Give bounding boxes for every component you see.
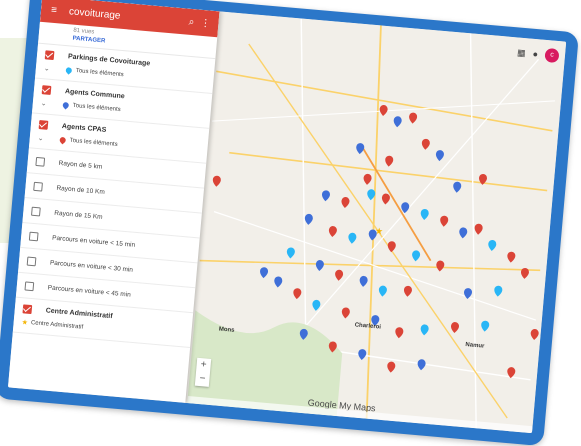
map-marker-cpas[interactable]	[440, 215, 449, 227]
layer-checkbox[interactable]	[44, 50, 55, 61]
map-marker-cpas[interactable]	[395, 327, 404, 339]
map-marker-cpas[interactable]	[385, 155, 394, 167]
app-title: covoiturage	[68, 5, 121, 22]
map-marker-cpas[interactable]	[403, 285, 412, 297]
map-marker-cpas[interactable]	[421, 138, 430, 150]
layer-name: Centre Administratif	[45, 307, 113, 321]
layer-name: Parcours en voiture < 30 min	[49, 259, 134, 274]
map-marker-cpas[interactable]	[335, 269, 344, 281]
map-marker-parking[interactable]	[378, 285, 387, 297]
map-marker-cpas[interactable]	[328, 226, 337, 238]
layer-item-label[interactable]: Centre Administratif	[31, 320, 84, 331]
screen: ★ Charleroi Namur Mons ▦ ● c + − Google …	[7, 0, 567, 434]
city-label-mons: Mons	[219, 327, 236, 334]
map-marker-parking[interactable]	[286, 247, 295, 259]
search-icon[interactable]: ⌕	[184, 16, 199, 28]
centre-administratif-marker[interactable]: ★	[375, 226, 384, 237]
map-marker-commune[interactable]	[453, 181, 462, 193]
pin-icon	[64, 66, 74, 75]
notifications-icon[interactable]: ●	[532, 49, 538, 59]
layer-name: Rayon de 15 Km	[54, 209, 103, 221]
layer-checkbox[interactable]	[28, 231, 39, 241]
map-marker-cpas[interactable]	[409, 112, 418, 124]
tablet-frame: ★ Charleroi Namur Mons ▦ ● c + − Google …	[0, 0, 580, 446]
layer-filter-label[interactable]: Tous les éléments	[72, 103, 120, 113]
pin-icon	[58, 135, 67, 145]
map-marker-commune[interactable]	[358, 349, 367, 361]
map-marker-parking[interactable]	[494, 285, 503, 297]
map-marker-parking[interactable]	[412, 250, 421, 262]
avatar[interactable]: c	[544, 47, 560, 64]
layer-checkbox[interactable]	[33, 181, 43, 192]
map-marker-commune[interactable]	[393, 116, 402, 128]
map-marker-cpas[interactable]	[341, 197, 350, 209]
map-marker-cpas[interactable]	[293, 288, 302, 300]
layer-name: Parcours en voiture < 45 min	[47, 283, 132, 299]
layer-checkbox[interactable]	[26, 256, 37, 266]
map-marker-cpas[interactable]	[436, 260, 445, 272]
map-marker-commune[interactable]	[259, 267, 269, 279]
map-marker-parking[interactable]	[420, 209, 429, 221]
map-marker-cpas[interactable]	[379, 105, 388, 117]
map-marker-commune[interactable]	[359, 275, 368, 288]
map-marker-parking[interactable]	[420, 324, 429, 336]
layer-name: Parkings de Covoiturage	[67, 53, 151, 68]
map-marker-commune[interactable]	[417, 359, 426, 371]
layer-checkbox[interactable]	[38, 120, 49, 130]
map-road	[199, 259, 541, 272]
chevron-down-icon[interactable]: ⌄	[37, 134, 52, 143]
map-marker-cpas[interactable]	[381, 193, 390, 205]
layer-checkbox[interactable]	[31, 206, 41, 216]
city-label-charleroi: Charleroi	[354, 322, 381, 330]
apps-grid-icon[interactable]: ▦	[517, 47, 526, 59]
road-network	[187, 18, 556, 429]
map-marker-commune[interactable]	[315, 260, 324, 272]
layer-name: Agents CPAS	[61, 123, 107, 134]
star-icon: ★	[21, 319, 29, 327]
map-marker-parking[interactable]	[481, 320, 490, 332]
map-marker-commune[interactable]	[321, 190, 330, 202]
map-marker-cpas[interactable]	[450, 322, 459, 334]
menu-icon[interactable]: ≡	[47, 4, 62, 16]
city-label-namur: Namur	[465, 342, 485, 350]
layer-name: Parcours en voiture < 15 min	[51, 234, 136, 249]
zoom-in-button[interactable]: +	[196, 358, 211, 373]
layer-checkbox[interactable]	[35, 156, 46, 167]
map-marker-cpas[interactable]	[507, 251, 516, 263]
map-marker-commune[interactable]	[304, 213, 313, 226]
chevron-down-icon[interactable]: ⌄	[41, 99, 56, 108]
map-marker-cpas[interactable]	[530, 329, 539, 341]
map-marker-cpas[interactable]	[363, 173, 372, 186]
chevron-down-icon[interactable]: ⌄	[44, 64, 59, 73]
layer-checkbox[interactable]	[22, 304, 33, 315]
map-road	[359, 143, 432, 262]
map-marker-cpas[interactable]	[341, 307, 350, 319]
layer-name: Rayon de 10 Km	[56, 184, 106, 196]
map-marker-cpas[interactable]	[212, 175, 221, 187]
layer-checkbox[interactable]	[41, 85, 52, 95]
map-marker-cpas[interactable]	[474, 223, 483, 235]
map-marker-parking[interactable]	[488, 240, 497, 252]
zoom-out-button[interactable]: −	[195, 372, 210, 387]
zoom-control: + −	[194, 357, 212, 387]
map-marker-cpas[interactable]	[387, 361, 396, 373]
pin-icon	[61, 101, 70, 110]
map-marker-parking[interactable]	[312, 299, 321, 312]
layer-name: Rayon de 5 km	[58, 159, 103, 171]
layer-checkbox[interactable]	[24, 280, 35, 291]
map-marker-cpas[interactable]	[387, 241, 396, 253]
map-road	[216, 70, 553, 132]
map-marker-commune[interactable]	[356, 143, 365, 155]
map-marker-commune[interactable]	[435, 150, 444, 162]
layer-filter-label[interactable]: Tous les éléments	[69, 138, 117, 148]
map-marker-commune[interactable]	[459, 227, 468, 239]
more-vert-icon[interactable]: ⋮	[198, 17, 213, 29]
layer-filter-label[interactable]: Tous les éléments	[76, 68, 124, 78]
map-marker-parking[interactable]	[348, 232, 357, 244]
layers-sidebar: ≡ covoiturage ⌕ ⋮ 81 vues PARTAGER Parki…	[7, 0, 220, 403]
layer-name: Agents Commune	[64, 88, 125, 101]
map-marker-commune[interactable]	[274, 276, 283, 288]
